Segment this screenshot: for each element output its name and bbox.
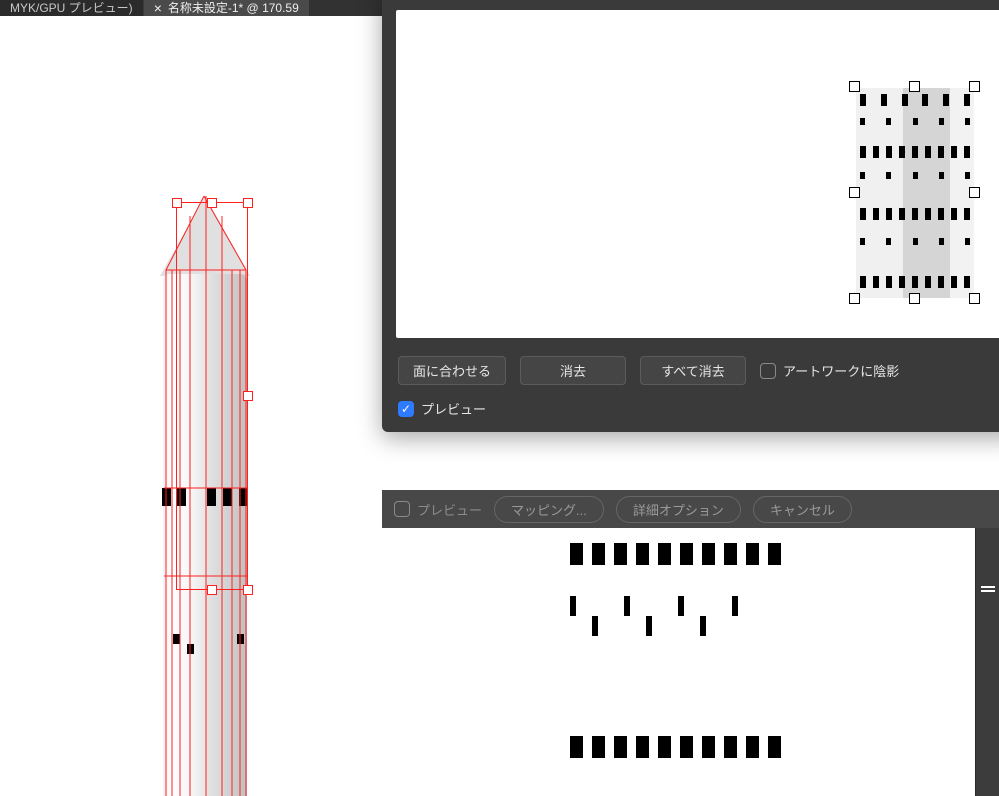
parent-preview-checkbox[interactable]: プレビュー bbox=[394, 500, 482, 519]
artwork-band-bottom bbox=[570, 736, 781, 758]
shade-artwork-checkbox[interactable]: アートワークに陰影 bbox=[760, 361, 899, 380]
advanced-options-button[interactable]: 詳細オプション bbox=[616, 496, 741, 523]
preview-label: プレビュー bbox=[421, 399, 486, 418]
symbol-row bbox=[860, 146, 970, 158]
symbol-row bbox=[860, 94, 970, 106]
artwork-band-mid-bot bbox=[592, 616, 706, 636]
symbol-row bbox=[860, 208, 970, 220]
shade-artwork-label: アートワークに陰影 bbox=[783, 361, 899, 380]
clear-button[interactable]: 消去 bbox=[520, 356, 626, 385]
preview-checkbox[interactable]: ✓ プレビュー bbox=[398, 399, 486, 418]
symbol-row bbox=[860, 238, 970, 245]
checkbox-off-icon bbox=[760, 363, 776, 379]
artwork-band-top bbox=[570, 543, 781, 565]
tab-label: 名称未設定-1* @ 170.59 bbox=[168, 0, 299, 16]
dialog-button-row: 面に合わせる 消去 すべて消去 アートワークに陰影 bbox=[382, 346, 999, 395]
cancel-button[interactable]: キャンセル bbox=[753, 496, 852, 523]
resize-handle-mr[interactable] bbox=[244, 392, 252, 400]
mapping-button[interactable]: マッピング... bbox=[494, 496, 604, 523]
resize-handle-bm[interactable] bbox=[208, 586, 216, 594]
symbol-handle[interactable] bbox=[850, 82, 859, 91]
parent-dialog-footer: プレビュー マッピング... 詳細オプション キャンセル bbox=[382, 490, 999, 528]
symbol-handle[interactable] bbox=[970, 188, 979, 197]
symbol-handle[interactable] bbox=[850, 188, 859, 197]
selection-bbox bbox=[176, 202, 248, 590]
checkbox-on-icon: ✓ bbox=[398, 401, 414, 417]
close-icon[interactable]: × bbox=[154, 0, 162, 16]
artwork-band-mid-top bbox=[570, 596, 738, 616]
symbol-row bbox=[860, 276, 970, 288]
checkbox-off-icon bbox=[394, 501, 410, 517]
map-art-dialog[interactable]: シンボルを作成、編集するにはシンボルパネルを使用してください。 bbox=[382, 0, 999, 432]
mapped-symbol[interactable] bbox=[856, 88, 974, 298]
resize-handle-tl[interactable] bbox=[173, 199, 181, 207]
tab-label: MYK/GPU プレビュー) bbox=[10, 0, 133, 16]
symbol-handle[interactable] bbox=[970, 82, 979, 91]
resize-handle-br[interactable] bbox=[244, 586, 252, 594]
symbol-handle[interactable] bbox=[970, 294, 979, 303]
symbol-handle[interactable] bbox=[910, 82, 919, 91]
dialog-preview-row: ✓ プレビュー bbox=[382, 395, 999, 432]
symbol-handle[interactable] bbox=[910, 294, 919, 303]
document-tab-prev[interactable]: MYK/GPU プレビュー) bbox=[0, 0, 143, 16]
symbol-row bbox=[860, 118, 970, 125]
resize-handle-tm[interactable] bbox=[208, 199, 216, 207]
symbol-row bbox=[860, 172, 970, 179]
symbol-handle[interactable] bbox=[850, 294, 859, 303]
panel-dock[interactable] bbox=[975, 528, 999, 796]
symbol-preview-surface[interactable] bbox=[396, 10, 999, 338]
document-tab-current[interactable]: × 名称未設定-1* @ 170.59 bbox=[143, 0, 309, 16]
scale-to-fit-button[interactable]: 面に合わせる bbox=[398, 356, 506, 385]
resize-handle-tr[interactable] bbox=[244, 199, 252, 207]
rocket-3d-object[interactable] bbox=[158, 196, 254, 796]
clear-all-button[interactable]: すべて消去 bbox=[640, 356, 746, 385]
